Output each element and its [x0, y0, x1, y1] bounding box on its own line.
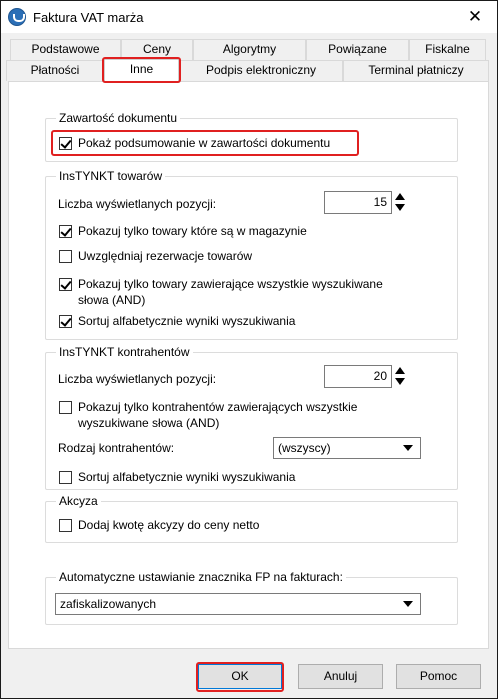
app-icon	[8, 8, 26, 26]
tab-ceny[interactable]: Ceny	[121, 39, 193, 60]
show-summary-checkbox[interactable]	[59, 137, 72, 150]
show-summary-label: Pokaż podsumowanie w zawartości dokument…	[78, 136, 331, 150]
window-title: Faktura VAT marża	[33, 10, 144, 25]
towary-sort-label: Sortuj alfabetycznie wyniki wyszukiwania	[78, 314, 296, 328]
tab-powiazane[interactable]: Powiązane	[306, 39, 409, 60]
towary-reservations-label: Uwzględniaj rezerwacje towarów	[78, 249, 253, 263]
towary-sort-row[interactable]: Sortuj alfabetycznie wyniki wyszukiwania	[59, 313, 295, 329]
kontrahenci-type-value: (wszyscy)	[278, 441, 331, 455]
towary-all-words-row[interactable]: Pokazuj tylko towary zawierające wszystk…	[59, 276, 383, 308]
akcyza-add-label: Dodaj kwotę akcyzy do ceny netto	[78, 518, 260, 532]
title-bar: Faktura VAT marża ✕	[1, 1, 497, 33]
kontrahenci-count-label: Liczba wyświetlanych pozycji:	[58, 372, 217, 386]
tab-platnosci[interactable]: Płatności	[6, 60, 104, 81]
tab-panel-inne: Zawartość dokumentu Pokaż podsumowanie w…	[8, 81, 489, 649]
kontrahenci-type-label: Rodzaj kontrahentów:	[58, 441, 175, 455]
spin-down-arrow-icon[interactable]	[392, 376, 409, 387]
towary-count-spinner[interactable]: 15	[324, 191, 409, 214]
ok-button[interactable]: OK	[198, 664, 282, 689]
group-title-instynkt-kontrahentow: InsTYNKT kontrahentów	[56, 345, 193, 359]
cancel-button[interactable]: Anuluj	[298, 664, 383, 689]
kontrahenci-all-words-label-1: Pokazuj tylko kontrahentów zawierających…	[78, 400, 358, 414]
towary-count-field[interactable]: 15	[324, 191, 392, 214]
kontrahenci-sort-checkbox[interactable]	[59, 471, 72, 484]
towary-reservations-row[interactable]: Uwzględniaj rezerwacje towarów	[59, 248, 252, 264]
tab-terminal-platniczy[interactable]: Terminal płatniczy	[343, 60, 489, 81]
towary-in-stock-checkbox[interactable]	[59, 225, 72, 238]
towary-reservations-checkbox[interactable]	[59, 250, 72, 263]
akcyza-add-row[interactable]: Dodaj kwotę akcyzy do ceny netto	[59, 517, 259, 533]
kontrahenci-all-words-label-2: wyszukiwane słowa (AND)	[78, 416, 220, 430]
tab-inne[interactable]: Inne	[104, 59, 179, 82]
show-summary-checkbox-row[interactable]: Pokaż podsumowanie w zawartości dokument…	[59, 135, 330, 151]
towary-all-words-checkbox[interactable]	[59, 278, 72, 291]
group-title-zawartosc: Zawartość dokumentu	[56, 111, 181, 125]
spin-down-arrow-icon[interactable]	[392, 202, 409, 213]
kontrahenci-count-field[interactable]: 20	[324, 365, 392, 388]
group-title-fp: Automatyczne ustawianie znacznika FP na …	[56, 570, 346, 584]
tab-fiskalne[interactable]: Fiskalne	[409, 39, 486, 60]
fp-select-value: zafiskalizowanych	[60, 597, 157, 611]
kontrahenci-sort-label: Sortuj alfabetycznie wyniki wyszukiwania	[78, 470, 296, 484]
spin-up-arrow-icon[interactable]	[392, 365, 409, 376]
kontrahenci-sort-row[interactable]: Sortuj alfabetycznie wyniki wyszukiwania	[59, 469, 295, 485]
group-title-akcyza: Akcyza	[56, 494, 101, 508]
tab-podstawowe[interactable]: Podstawowe	[10, 39, 121, 60]
towary-all-words-label-2: słowa (AND)	[78, 293, 146, 307]
chevron-down-icon	[403, 445, 413, 451]
kontrahenci-all-words-row[interactable]: Pokazuj tylko kontrahentów zawierających…	[59, 399, 357, 431]
tab-podpis-elektroniczny[interactable]: Podpis elektroniczny	[179, 60, 343, 81]
kontrahenci-all-words-checkbox[interactable]	[59, 401, 72, 414]
chevron-down-icon	[403, 601, 413, 607]
group-title-instynkt-towarow: InsTYNKT towarów	[56, 169, 166, 183]
close-button[interactable]: ✕	[453, 1, 497, 33]
towary-sort-checkbox[interactable]	[59, 315, 72, 328]
fp-select[interactable]: zafiskalizowanych	[55, 593, 421, 615]
dialog-window: Faktura VAT marża ✕ Podstawowe Ceny Algo…	[0, 0, 498, 699]
towary-in-stock-row[interactable]: Pokazuj tylko towary które są w magazyni…	[59, 223, 307, 239]
kontrahenci-count-spinner[interactable]: 20	[324, 365, 409, 388]
help-button[interactable]: Pomoc	[396, 664, 481, 689]
towary-count-label: Liczba wyświetlanych pozycji:	[58, 197, 217, 211]
towary-in-stock-label: Pokazuj tylko towary które są w magazyni…	[78, 224, 307, 238]
kontrahenci-type-select[interactable]: (wszyscy)	[273, 437, 421, 459]
tab-algorytmy[interactable]: Algorytmy	[193, 39, 306, 60]
towary-all-words-label-1: Pokazuj tylko towary zawierające wszystk…	[78, 277, 383, 291]
spin-up-arrow-icon[interactable]	[392, 191, 409, 202]
akcyza-add-checkbox[interactable]	[59, 519, 72, 532]
